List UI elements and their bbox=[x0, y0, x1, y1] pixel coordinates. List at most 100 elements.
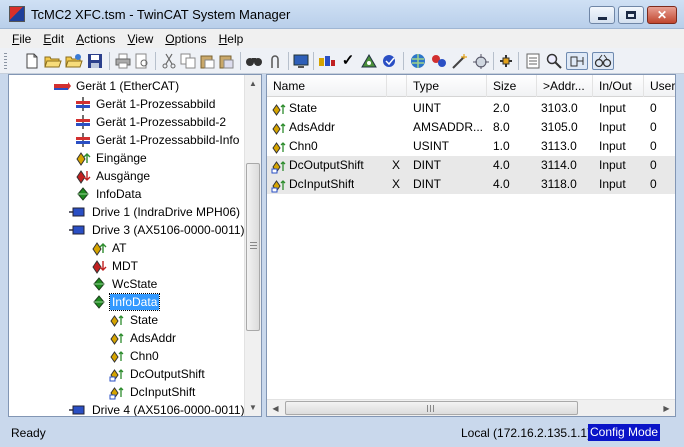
tree-item[interactable]: State bbox=[109, 311, 160, 329]
cell-name-text: DcOutputShift bbox=[289, 158, 364, 172]
input-variable-linked-icon bbox=[109, 366, 125, 382]
drive-box-icon bbox=[69, 402, 87, 416]
plugin-icon[interactable] bbox=[472, 52, 490, 70]
drive-box-icon bbox=[69, 222, 87, 238]
toolbar-separator bbox=[155, 52, 156, 70]
tree-item[interactable]: InfoData bbox=[75, 185, 143, 203]
cell-user: 0 bbox=[650, 120, 657, 134]
copy-icon[interactable] bbox=[179, 52, 197, 70]
scroll-down-icon[interactable]: ▼ bbox=[245, 399, 261, 416]
tree-item-label: AT bbox=[112, 241, 127, 255]
list-row[interactable]: DcOutputShift X DINT 4.0 3114.0 Input 0 bbox=[267, 156, 675, 175]
menu-options[interactable]: Options bbox=[159, 32, 212, 46]
restart-icon[interactable] bbox=[381, 52, 399, 70]
list-view-icon[interactable] bbox=[524, 52, 542, 70]
show-variables-icon[interactable] bbox=[497, 52, 515, 70]
input-variable-icon bbox=[271, 120, 287, 136]
menu-edit[interactable]: Edit bbox=[37, 32, 70, 46]
twincat-app-icon bbox=[9, 6, 25, 22]
tree-item[interactable]: Gerät 1 (EtherCAT) bbox=[53, 77, 181, 95]
list-horizontal-scrollbar[interactable]: ◀ ▶ bbox=[267, 399, 675, 416]
column-header-inout[interactable]: In/Out bbox=[593, 75, 644, 97]
minimize-icon bbox=[597, 17, 607, 20]
scroll-thumb[interactable] bbox=[246, 163, 260, 331]
tree-vertical-scrollbar[interactable]: ▲ ▼ bbox=[244, 75, 261, 416]
list-row[interactable]: State UINT 2.0 3103.0 Input 0 bbox=[267, 99, 675, 118]
monitor-icon[interactable] bbox=[292, 52, 310, 70]
list-row[interactable]: DcInputShift X DINT 4.0 3118.0 Input 0 bbox=[267, 175, 675, 194]
generate-mappings-icon[interactable] bbox=[318, 52, 336, 70]
open-folder-icon[interactable] bbox=[44, 52, 62, 70]
input-variable-linked-icon bbox=[271, 177, 287, 193]
title-bar[interactable]: TcMC2 XFC.tsm - TwinCAT System Manager ✕ bbox=[0, 0, 684, 29]
tree-item[interactable]: Ausgänge bbox=[75, 167, 152, 185]
menu-actions[interactable]: Actions bbox=[70, 32, 121, 46]
tree-item[interactable]: Gerät 1-Prozessabbild-Info bbox=[75, 131, 241, 149]
scroll-thumb[interactable] bbox=[285, 401, 578, 415]
open-remote-icon[interactable] bbox=[65, 52, 83, 70]
tree-item[interactable]: AdsAddr bbox=[109, 329, 178, 347]
toolbar-separator bbox=[288, 52, 289, 70]
tree-item[interactable]: AT bbox=[91, 239, 128, 257]
new-file-icon[interactable] bbox=[23, 52, 41, 70]
column-header-address[interactable]: >Addr... bbox=[537, 75, 593, 97]
tree-item[interactable]: Gerät 1-Prozessabbild-2 bbox=[75, 113, 228, 131]
tree-item[interactable]: Eingänge bbox=[75, 149, 149, 167]
config-mode-badge[interactable]: Config Mode bbox=[588, 424, 661, 441]
process-image-icon bbox=[75, 132, 91, 148]
column-header-size[interactable]: Size bbox=[487, 75, 537, 97]
variable-list-view[interactable]: Name Type Size >Addr... In/Out User Stat… bbox=[266, 74, 676, 417]
print-preview-icon[interactable] bbox=[133, 52, 151, 70]
column-header-x[interactable] bbox=[387, 75, 407, 97]
cut-icon[interactable] bbox=[160, 52, 178, 70]
scan-devices-icon[interactable] bbox=[430, 52, 448, 70]
tree-item[interactable]: Drive 1 (IndraDrive MPH06) bbox=[69, 203, 242, 221]
choose-target-icon[interactable] bbox=[409, 52, 427, 70]
tree-item[interactable]: WcState bbox=[91, 275, 159, 293]
column-header-name[interactable]: Name bbox=[267, 75, 387, 97]
maximize-button[interactable] bbox=[618, 6, 644, 24]
minimize-button[interactable] bbox=[589, 6, 615, 24]
tree-item[interactable]: DcOutputShift bbox=[109, 365, 207, 383]
find-next-icon[interactable] bbox=[266, 52, 284, 70]
cell-inout: Input bbox=[599, 120, 626, 134]
activate-configuration-icon[interactable] bbox=[360, 52, 378, 70]
show-online-data-icon[interactable] bbox=[566, 52, 588, 70]
cell-name-text: State bbox=[289, 101, 318, 115]
show-sub-items-icon[interactable] bbox=[592, 52, 614, 70]
status-bar: Ready Local (172.16.2.135.1.1) Config Mo… bbox=[0, 421, 684, 447]
menu-help[interactable]: Help bbox=[213, 32, 250, 46]
cell-inout: Input bbox=[599, 139, 626, 153]
target-system-status[interactable]: Local (172.16.2.135.1.1) bbox=[461, 426, 591, 440]
scroll-left-icon[interactable]: ◀ bbox=[267, 400, 284, 416]
tree-item[interactable]: InfoData bbox=[91, 293, 161, 311]
tree-view[interactable]: Gerät 1 (EtherCAT) Gerät 1-Prozessabbild G… bbox=[8, 74, 262, 417]
paste-special-icon[interactable] bbox=[217, 52, 235, 70]
tree-item-label: Gerät 1-Prozessabbild-Info bbox=[96, 133, 240, 147]
cell-name-text: AdsAddr bbox=[289, 120, 336, 134]
find-icon[interactable] bbox=[245, 52, 263, 70]
scroll-up-icon[interactable]: ▲ bbox=[245, 75, 261, 92]
list-row[interactable]: Chn0 USINT 1.0 3113.0 Input 0 bbox=[267, 137, 675, 156]
print-icon[interactable] bbox=[114, 52, 132, 70]
wand-icon[interactable] bbox=[451, 52, 469, 70]
tree-item[interactable]: Drive 4 (AX5106-0000-0011) bbox=[69, 401, 247, 416]
tree-item-label: Gerät 1-Prozessabbild bbox=[96, 97, 216, 111]
zoom-icon[interactable] bbox=[545, 52, 563, 70]
scroll-right-icon[interactable]: ▶ bbox=[658, 400, 675, 416]
tree-item[interactable]: DcInputShift bbox=[109, 383, 197, 401]
tree-item[interactable]: Chn0 bbox=[109, 347, 161, 365]
toolbar-gripper[interactable] bbox=[4, 53, 7, 69]
column-header-user[interactable]: User bbox=[644, 75, 675, 97]
column-header-type[interactable]: Type bbox=[407, 75, 487, 97]
menu-view[interactable]: View bbox=[121, 32, 159, 46]
save-icon[interactable] bbox=[86, 52, 104, 70]
tree-item[interactable]: Drive 3 (AX5106-0000-0011) bbox=[69, 221, 247, 239]
close-button[interactable]: ✕ bbox=[647, 6, 677, 24]
tree-item[interactable]: Gerät 1-Prozessabbild bbox=[75, 95, 217, 113]
list-row[interactable]: AdsAddr AMSADDR... 8.0 3105.0 Input 0 bbox=[267, 118, 675, 137]
paste-icon[interactable] bbox=[198, 52, 216, 70]
menu-file[interactable]: File bbox=[6, 32, 37, 46]
check-configuration-icon[interactable]: ✓ bbox=[339, 52, 357, 70]
tree-item[interactable]: MDT bbox=[91, 257, 140, 275]
